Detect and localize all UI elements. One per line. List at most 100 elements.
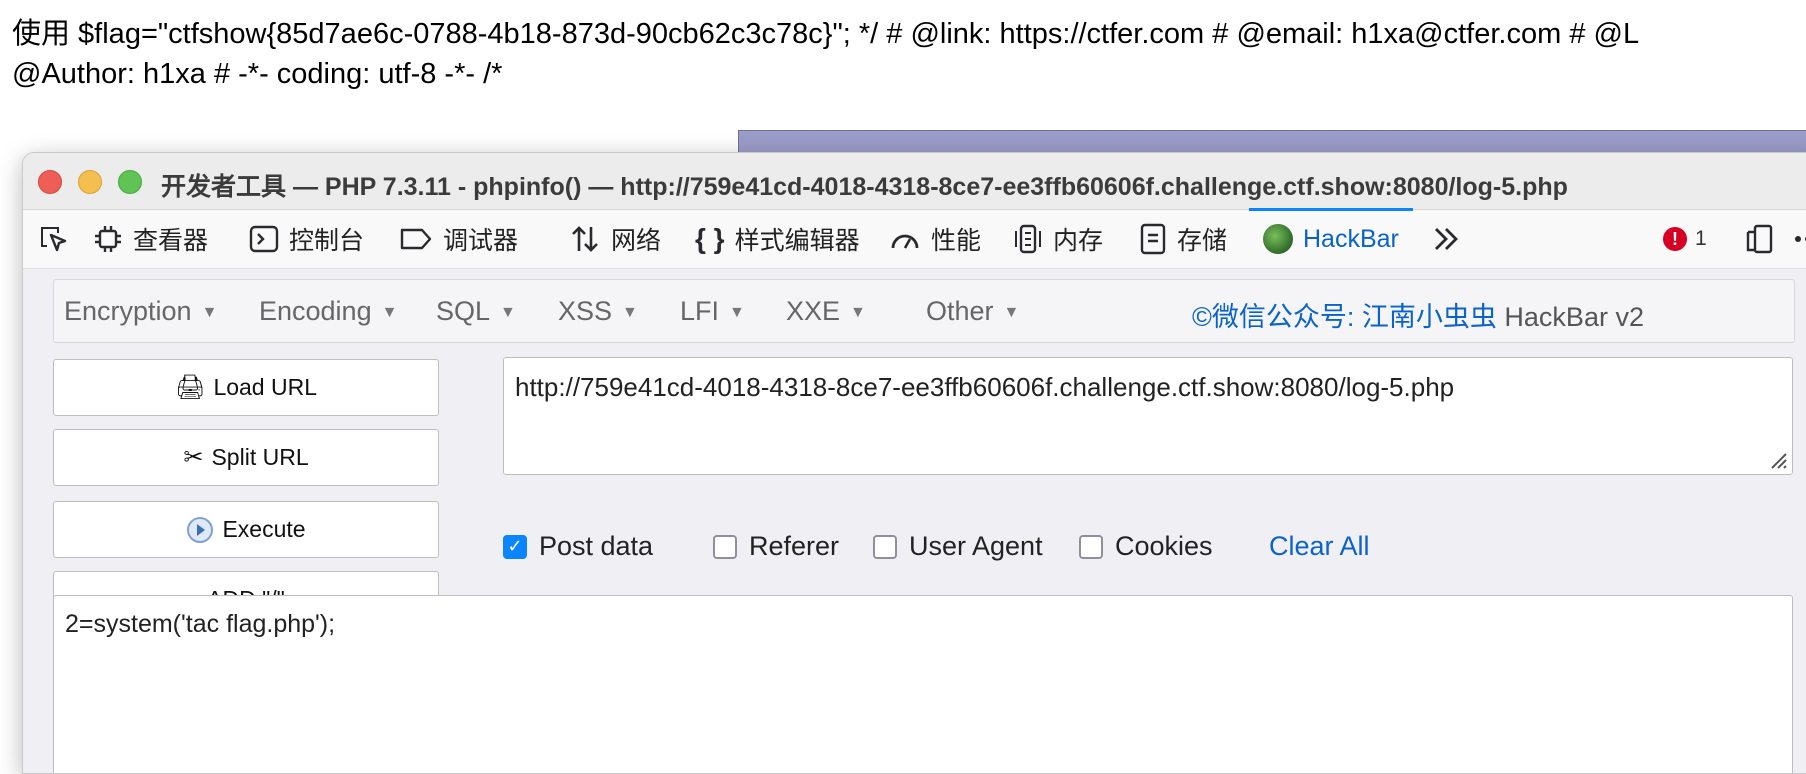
menu-xss-label: XSS — [558, 296, 613, 326]
load-url-icon: 🖨 — [174, 374, 206, 401]
tab-debugger[interactable]: 调试器 — [399, 210, 518, 268]
resize-grip-icon[interactable] — [1766, 448, 1788, 470]
menu-xxe[interactable]: XXE ▼ — [786, 296, 866, 327]
split-url-button[interactable]: ✂ Split URL — [53, 429, 439, 486]
more-tools-button[interactable] — [1431, 210, 1461, 268]
post-data-checkbox[interactable]: ✓ — [503, 534, 527, 559]
tab-console[interactable]: 控制台 — [249, 210, 364, 268]
menu-other-label: Other — [926, 296, 994, 326]
console-icon — [249, 225, 279, 253]
user-agent-option[interactable]: User Agent — [873, 531, 1043, 562]
caret-down-icon: ▼ — [850, 303, 866, 321]
post-data-option[interactable]: ✓ Post data — [503, 531, 653, 562]
hackbar-version: HackBar v2 — [1504, 302, 1644, 332]
devtools-toolbar: 查看器 控制台 调试器 网络 { } 样式编辑器 性能 内存 存储 HackBa… — [23, 208, 1806, 269]
menu-encryption-label: Encryption — [64, 296, 192, 326]
minimize-window-button[interactable] — [78, 170, 102, 194]
menu-other[interactable]: Other ▼ — [926, 296, 1019, 327]
responsive-design-button[interactable] — [1745, 210, 1775, 268]
menu-lfi-label: LFI — [680, 296, 720, 326]
page-output-line-1: 使用 $flag="ctfshow{85d7ae6c-0788-4b18-873… — [12, 18, 1640, 50]
cookies-checkbox[interactable] — [1079, 534, 1103, 559]
caret-down-icon: ▼ — [500, 303, 516, 321]
cookies-label: Cookies — [1115, 531, 1213, 561]
scissors-icon: ✂ — [183, 444, 204, 471]
split-url-label: Split URL — [211, 444, 309, 470]
tab-console-label: 控制台 — [289, 227, 365, 255]
user-agent-checkbox[interactable] — [873, 534, 897, 559]
tab-network-label: 网络 — [611, 227, 662, 255]
menu-xss[interactable]: XSS ▼ — [558, 296, 638, 327]
caret-down-icon: ▼ — [1003, 303, 1020, 321]
error-counter[interactable]: ! 1 — [1663, 210, 1707, 268]
tab-storage[interactable]: 存储 — [1139, 210, 1227, 268]
hackbar-panel: Encryption ▼ Encoding ▼ SQL ▼ XSS ▼ LFI ▼ XXE… — [23, 269, 1806, 773]
close-window-button[interactable] — [38, 170, 62, 194]
tab-inspector-label: 查看器 — [133, 227, 209, 255]
window-titlebar[interactable]: 开发者工具 — PHP 7.3.11 - phpinfo() — http://… — [23, 153, 1806, 210]
menu-lfi[interactable]: LFI ▼ — [680, 296, 745, 327]
clear-all-link[interactable]: Clear All — [1269, 531, 1370, 562]
play-icon — [187, 516, 214, 543]
network-icon — [572, 226, 598, 252]
performance-icon — [891, 234, 919, 249]
menu-xxe-label: XXE — [786, 296, 841, 326]
element-picker-icon — [41, 227, 67, 252]
tab-style-editor[interactable]: { } 样式编辑器 — [695, 210, 860, 268]
style-editor-icon: { } — [695, 223, 725, 254]
inspector-icon — [95, 226, 121, 252]
tab-debugger-label: 调试器 — [443, 227, 519, 255]
execute-label: Execute — [222, 516, 306, 542]
tab-memory-label: 内存 — [1053, 227, 1104, 255]
element-picker-button[interactable] — [37, 210, 69, 268]
hackbar-credit-text: ©微信公众号: 江南小虫虫 — [1192, 302, 1497, 332]
hackbar-credit: ©微信公众号: 江南小虫虫 HackBar v2 — [1192, 295, 1644, 334]
load-url-button[interactable]: 🖨 Load URL — [53, 359, 439, 416]
more-options-icon — [1795, 236, 1806, 242]
responsive-design-icon — [1746, 224, 1773, 254]
error-count: 1 — [1695, 227, 1707, 250]
tab-memory[interactable]: 内存 — [1013, 210, 1103, 268]
menu-encoding-label: Encoding — [259, 296, 372, 326]
tab-network[interactable]: 网络 — [569, 210, 661, 268]
post-data-label: Post data — [539, 531, 654, 561]
storage-icon — [1140, 223, 1166, 255]
url-textarea[interactable]: http://759e41cd-4018-4318-8ce7-ee3ffb606… — [503, 357, 1793, 475]
tab-storage-label: 存储 — [1177, 227, 1228, 255]
menu-sql-label: SQL — [436, 296, 491, 326]
window-title: 开发者工具 — PHP 7.3.11 - phpinfo() — http://… — [161, 173, 1568, 201]
caret-down-icon: ▼ — [622, 303, 638, 321]
user-agent-label: User Agent — [909, 531, 1043, 561]
cookies-option[interactable]: Cookies — [1079, 531, 1213, 562]
zoom-window-button[interactable] — [118, 170, 142, 194]
referer-checkbox[interactable] — [713, 534, 737, 559]
tab-style-editor-label: 样式编辑器 — [734, 227, 860, 255]
tab-inspector[interactable]: 查看器 — [93, 210, 208, 268]
referer-label: Referer — [749, 531, 840, 561]
hackbar-menu-bar: Encryption ▼ Encoding ▼ SQL ▼ XSS ▼ LFI ▼ XXE… — [53, 279, 1795, 343]
page-output-line-2: @Author: h1xa # -*- coding: utf-8 -*- /* — [12, 58, 503, 90]
tab-performance-label: 性能 — [931, 227, 982, 255]
page-output-text: 使用 $flag="ctfshow{85d7ae6c-0788-4b18-873… — [12, 14, 1802, 94]
menu-sql[interactable]: SQL ▼ — [436, 296, 516, 327]
caret-down-icon: ▼ — [381, 303, 398, 321]
devtools-window: 开发者工具 — PHP 7.3.11 - phpinfo() — http://… — [22, 152, 1806, 774]
memory-icon — [1015, 224, 1041, 254]
execute-button[interactable]: Execute — [53, 501, 439, 558]
post-data-textarea[interactable]: 2=system('tac flag.php'); — [53, 595, 1793, 773]
tab-hackbar-label: HackBar — [1303, 224, 1399, 253]
referer-option[interactable]: Referer — [713, 531, 839, 562]
caret-down-icon: ▼ — [729, 303, 745, 321]
load-url-label: Load URL — [213, 374, 318, 400]
tab-performance[interactable]: 性能 — [889, 210, 981, 268]
menu-encryption[interactable]: Encryption ▼ — [64, 296, 217, 327]
error-icon: ! — [1663, 227, 1687, 251]
chevron-double-right-icon — [1435, 228, 1458, 250]
more-options-button[interactable] — [1793, 210, 1806, 268]
caret-down-icon: ▼ — [201, 303, 218, 321]
post-data-value: 2=system('tac flag.php'); — [65, 610, 336, 638]
tab-hackbar[interactable]: HackBar — [1249, 208, 1413, 268]
url-value: http://759e41cd-4018-4318-8ce7-ee3ffb606… — [515, 372, 1455, 402]
hackbar-logo-icon — [1263, 224, 1293, 254]
menu-encoding[interactable]: Encoding ▼ — [259, 296, 397, 327]
